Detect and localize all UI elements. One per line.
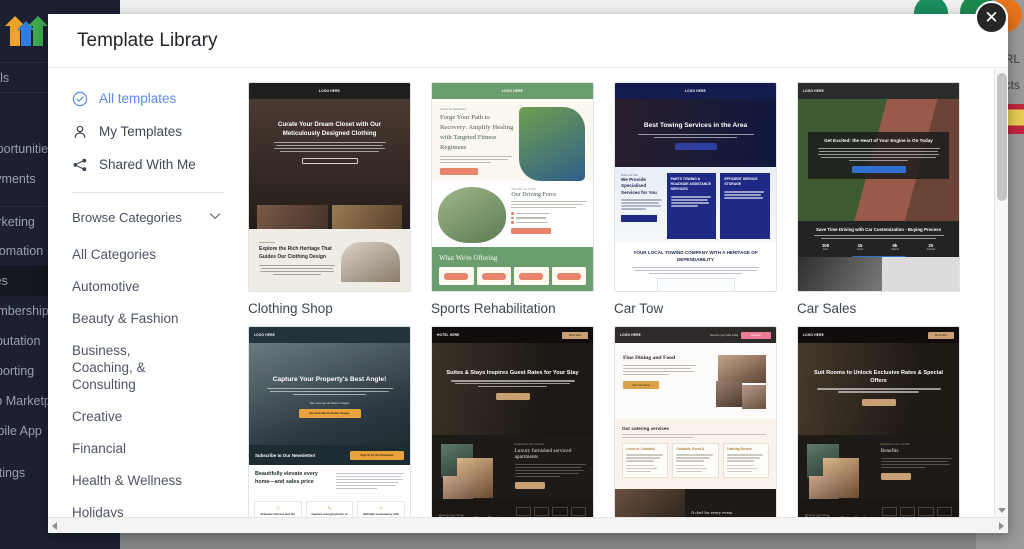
template-card[interactable]: LOGO HERE Capture Your Property's Best A… xyxy=(248,326,411,533)
sidebar-item-all-templates[interactable]: All templates xyxy=(72,82,248,115)
hero-headline: Curate Your Dream Closet with Our Meticu… xyxy=(277,121,382,137)
category-creative[interactable]: Creative xyxy=(72,400,248,432)
section-headline: YOUR LOCAL TOWING COMPANY WITH A HERITAG… xyxy=(633,250,758,262)
template-card[interactable]: LOGO HERE Curate Your Dream Closet with … xyxy=(248,82,411,316)
category-business-coaching-consulting[interactable]: Business, Coaching, & Consulting xyxy=(72,334,212,400)
category-list: All Categories Automotive Beauty & Fashi… xyxy=(72,238,248,533)
logo-text: LOGO HERE xyxy=(803,89,824,93)
feature-title: PARTS TOWING & ROADSIDE ASSISTANCE SERVI… xyxy=(670,177,711,192)
template-card-label: Car Sales xyxy=(797,301,857,316)
template-thumbnail: LOGO HERE Get Excited: the Heart of Your… xyxy=(797,82,960,292)
template-card-label: Clothing Shop xyxy=(248,301,333,316)
section-headline: Save Time Driving with Car Customization… xyxy=(815,227,942,232)
hero-headline: Best Towing Services in the Area xyxy=(643,122,748,129)
sidebar-item-label: All templates xyxy=(99,91,177,106)
section-headline: Benefits xyxy=(880,448,899,454)
category-beauty-fashion[interactable]: Beauty & Fashion xyxy=(72,302,248,334)
template-library-modal: Template Library All templates My Templa… xyxy=(48,14,1008,533)
sidebar-item-label: Shared With Me xyxy=(99,157,196,172)
hero-cta-label: View Our Menu xyxy=(632,383,650,387)
section-eyebrow: Experience the Comfort xyxy=(880,442,910,446)
logo-text: LOGO HERE xyxy=(685,89,706,93)
nav-note: Reserve your table today xyxy=(710,333,738,337)
check-circle-icon xyxy=(72,91,88,107)
close-icon[interactable]: ✕ xyxy=(975,1,1008,34)
scroll-right-arrow-icon[interactable] xyxy=(999,522,1004,530)
category-automotive[interactable]: Automotive xyxy=(72,270,248,302)
page-title: Template Library xyxy=(77,29,218,51)
sidebar-item-label: My Templates xyxy=(99,124,183,139)
hero-eyebrow: Sports Rehabilitation xyxy=(440,107,467,111)
hero-headline: Capture Your Property's Best Angle! xyxy=(272,376,387,383)
template-card[interactable]: HOTEL HERE Book Now Suites & Stays Inspi… xyxy=(431,326,594,533)
card-title: Catering Service xyxy=(726,447,752,452)
template-thumbnail: LOGO HERE Reserve your table today Reser… xyxy=(614,326,777,533)
hero-headline: Suites & Stays Inspires Guest Rates for … xyxy=(446,370,579,376)
nav-cta-label: Reserve xyxy=(741,331,771,339)
template-card[interactable]: LOGO HERE Sports Rehabilitation Forge Yo… xyxy=(431,82,594,316)
share-nodes-icon xyxy=(72,157,88,173)
logo-text: LOGO HERE xyxy=(620,333,641,337)
section-headline: Our catering services xyxy=(622,426,669,431)
template-card[interactable]: LOGO HERE Get Excited: the Heart of Your… xyxy=(797,82,960,316)
person-icon xyxy=(72,124,88,140)
section-eyebrow: Experience the Comfort xyxy=(514,442,544,446)
hero-headline: Forge Your Path to Recovery: Amplify Hea… xyxy=(440,114,514,151)
section-headline: Luxury furnished serviced apartments xyxy=(514,448,572,460)
newsletter-cta: Sign Up for Our Newsletter xyxy=(350,450,404,460)
section-headline: Explore the Rich Heritage That Guides Ou… xyxy=(259,246,332,260)
band-headline: A chef for every event. xyxy=(691,509,734,515)
template-card-label: Sports Rehabilitation xyxy=(431,301,556,316)
template-thumbnail: LOGO HERE Curate Your Dream Closet with … xyxy=(248,82,411,292)
feature-title: EFFICIENT SERVICE STORAGE xyxy=(724,177,758,187)
template-grid-area: LOGO HERE Curate Your Dream Closet with … xyxy=(248,68,1008,533)
browse-categories-toggle[interactable]: Browse Categories xyxy=(72,193,248,238)
scroll-left-arrow-icon[interactable] xyxy=(52,522,57,530)
template-thumbnail: LOGO HERE Book Now Suit Rooms to Unlock … xyxy=(797,326,960,533)
template-thumbnail: LOGO HERE Best Towing Services in the Ar… xyxy=(614,82,777,292)
vertical-scrollbar-thumb[interactable] xyxy=(997,73,1007,201)
hero-headline: Fine Dining and Food xyxy=(623,355,676,361)
newsletter-label: Subscribe to Our Newsletter! xyxy=(255,452,316,458)
chevron-down-icon xyxy=(208,209,222,226)
modal-body: All templates My Templates Shared With M… xyxy=(48,68,1008,533)
horizontal-scrollbar[interactable] xyxy=(48,517,1008,533)
hero-cta-label: See How We Do Better Images xyxy=(309,411,350,416)
logo-text: LOGO HERE xyxy=(254,333,275,337)
band-headline: What We're Offering xyxy=(439,254,498,262)
nav-cta-label: Book Now xyxy=(562,331,588,339)
modal-header: Template Library xyxy=(48,14,1008,68)
sidebar-item-my-templates[interactable]: My Templates xyxy=(72,115,248,148)
logo-text: LOGO HERE xyxy=(803,333,824,337)
scroll-down-arrow-icon[interactable] xyxy=(998,508,1006,513)
section-headline: Our Driving Force xyxy=(511,192,557,198)
template-card[interactable]: LOGO HERE Reserve your table today Reser… xyxy=(614,326,777,533)
hero-headline: Suit Rooms to Unlock Exclusive Rates & S… xyxy=(813,370,943,385)
template-thumbnail: HOTEL HERE Book Now Suites & Stays Inspi… xyxy=(431,326,594,533)
section-headline: Beautifully elevate every home—and sales… xyxy=(255,471,318,485)
horizontal-scrollbar-thumb[interactable] xyxy=(62,521,992,531)
library-sidebar: All templates My Templates Shared With M… xyxy=(48,68,248,533)
category-financial[interactable]: Financial xyxy=(72,432,248,464)
logo-text: LOGO HERE xyxy=(319,89,340,93)
vertical-scrollbar[interactable] xyxy=(994,69,1008,517)
logo-text: HOTEL HERE xyxy=(437,333,460,337)
app-logo-icon xyxy=(2,14,50,48)
card-title: Lunch or Cocktails xyxy=(626,447,655,452)
card-title: Cocktails, Event & xyxy=(676,447,705,452)
template-card[interactable]: LOGO HERE Book Now Suit Rooms to Unlock … xyxy=(797,326,960,533)
category-all-categories[interactable]: All Categories xyxy=(72,238,248,270)
category-health-wellness[interactable]: Health & Wellness xyxy=(72,464,248,496)
nav-cta-label: Book Now xyxy=(928,331,954,339)
template-thumbnail: LOGO HERE Capture Your Property's Best A… xyxy=(248,326,411,533)
hero-headline: Get Excited: the Heart of Your Engine is… xyxy=(824,138,933,143)
sidebar-item-shared-with-me[interactable]: Shared With Me xyxy=(72,148,248,181)
browse-categories-label: Browse Categories xyxy=(72,210,182,225)
template-thumbnail: LOGO HERE Sports Rehabilitation Forge Yo… xyxy=(431,82,594,292)
logo-text: LOGO HERE xyxy=(502,89,523,93)
template-card-label: Car Tow xyxy=(614,301,664,316)
template-grid: LOGO HERE Curate Your Dream Closet with … xyxy=(248,82,992,533)
template-card[interactable]: LOGO HERE Best Towing Services in the Ar… xyxy=(614,82,777,316)
